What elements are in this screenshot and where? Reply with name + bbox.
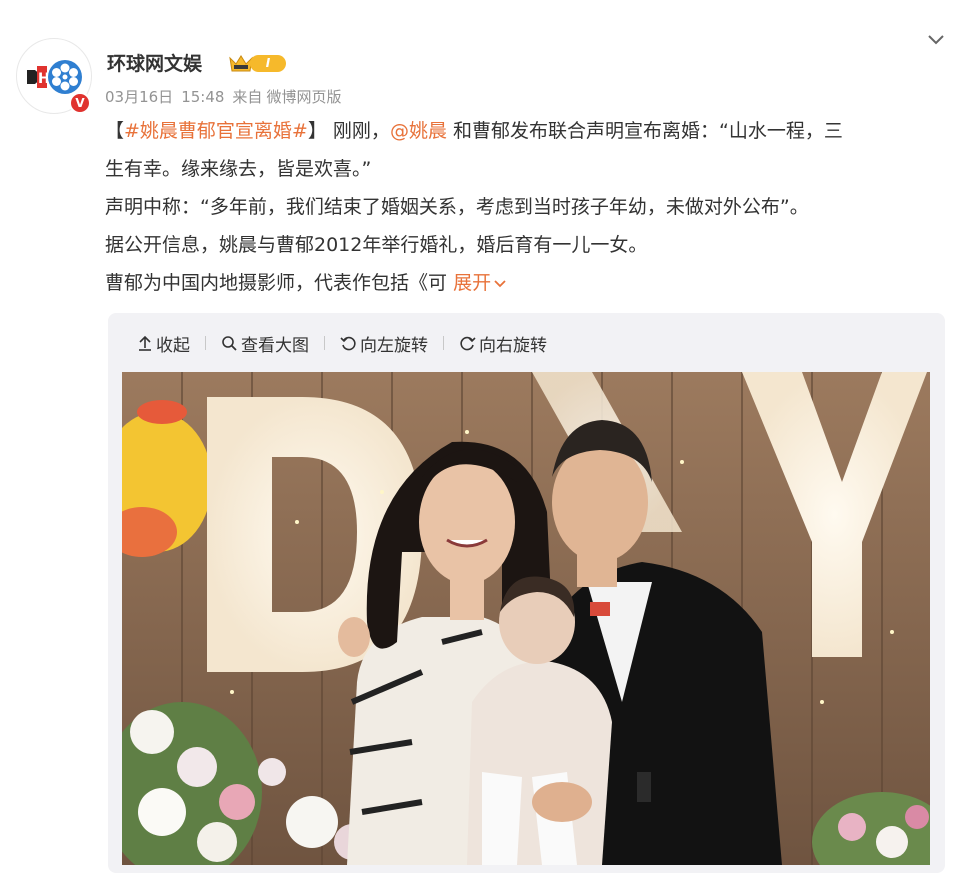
search-icon <box>222 335 237 351</box>
toolbar-divider <box>205 336 206 350</box>
hashtag-open: 【 <box>105 120 125 142</box>
post-line-5-text: 曹郁为中国内地摄影师，代表作包括《可 <box>105 272 448 294</box>
weibo-post: H V 环球网文娱 I 03月16日 15:48 来自 微博网页版 【#姚晨曹郁官宣离… <box>0 0 960 873</box>
expand-label[interactable]: 展开 <box>453 272 491 294</box>
rotate-right-button[interactable]: 向右旋转 <box>459 331 547 356</box>
post-source: 微博网页版 <box>266 88 342 106</box>
expand-link[interactable]: 展开 <box>453 272 507 294</box>
rotate-right-icon <box>460 336 476 350</box>
mention-link[interactable]: @姚晨 <box>390 120 447 142</box>
post-segment-2: 和曹郁发布联合声明宣布离婚：“山水一程，三 <box>446 120 843 142</box>
verified-badge: V <box>69 92 91 114</box>
account-name[interactable]: 环球网文娱 <box>107 49 202 76</box>
source-prefix: 来自 <box>232 88 263 106</box>
image-toolbar: 收起 查看大图 向左旋转 向右旋转 <box>137 331 547 356</box>
collapse-button[interactable]: 收起 <box>137 331 190 356</box>
post-meta: 03月16日 15:48 来自 微博网页版 <box>105 86 349 107</box>
post-line-5: 曹郁为中国内地摄影师，代表作包括《可 展开 <box>105 269 945 307</box>
svg-text:H: H <box>38 71 50 87</box>
level-label: I <box>250 55 286 72</box>
post-line-4: 据公开信息，姚晨与曹郁2012年举行婚礼，婚后育有一儿一女。 <box>105 234 648 256</box>
post-line-1: 【#姚晨曹郁官宣离婚#】 刚刚，@姚晨 和曹郁发布联合声明宣布离婚：“山水一程，… <box>105 117 945 155</box>
view-large-label[interactable]: 查看大图 <box>241 331 309 356</box>
toolbar-divider <box>324 336 325 350</box>
rotate-left-label[interactable]: 向左旋转 <box>360 331 428 356</box>
post-time[interactable]: 15:48 <box>181 88 224 106</box>
hashtag-link[interactable]: #姚晨曹郁官宣离婚# <box>124 120 308 142</box>
rotate-left-button[interactable]: 向左旋转 <box>340 331 428 356</box>
hashtag-close: 】 <box>307 120 327 142</box>
view-large-button[interactable]: 查看大图 <box>221 331 309 356</box>
toolbar-divider <box>443 336 444 350</box>
post-date[interactable]: 03月16日 <box>105 88 173 106</box>
rotate-right-label[interactable]: 向右旋转 <box>479 331 547 356</box>
post-line-2: 生有幸。缘来缘去，皆是欢喜。” <box>105 158 372 180</box>
collapse-arrow-icon <box>139 335 151 351</box>
post-segment-1: 刚刚， <box>332 120 390 142</box>
collapse-label[interactable]: 收起 <box>156 331 190 356</box>
rotate-left-icon <box>340 336 356 350</box>
post-menu-chevron-icon[interactable] <box>924 28 948 52</box>
post-line-3: 声明中称：“多年前，我们结束了婚姻关系，考虑到当时孩子年幼，未做对外公布”。 <box>105 196 809 218</box>
chevron-down-icon <box>494 279 506 287</box>
family-photo-illustration <box>122 372 930 865</box>
post-photo[interactable] <box>122 372 930 865</box>
post-text: 【#姚晨曹郁官宣离婚#】 刚刚，@姚晨 和曹郁发布联合声明宣布离婚：“山水一程，… <box>105 117 945 307</box>
level-badge[interactable]: I <box>228 52 288 74</box>
